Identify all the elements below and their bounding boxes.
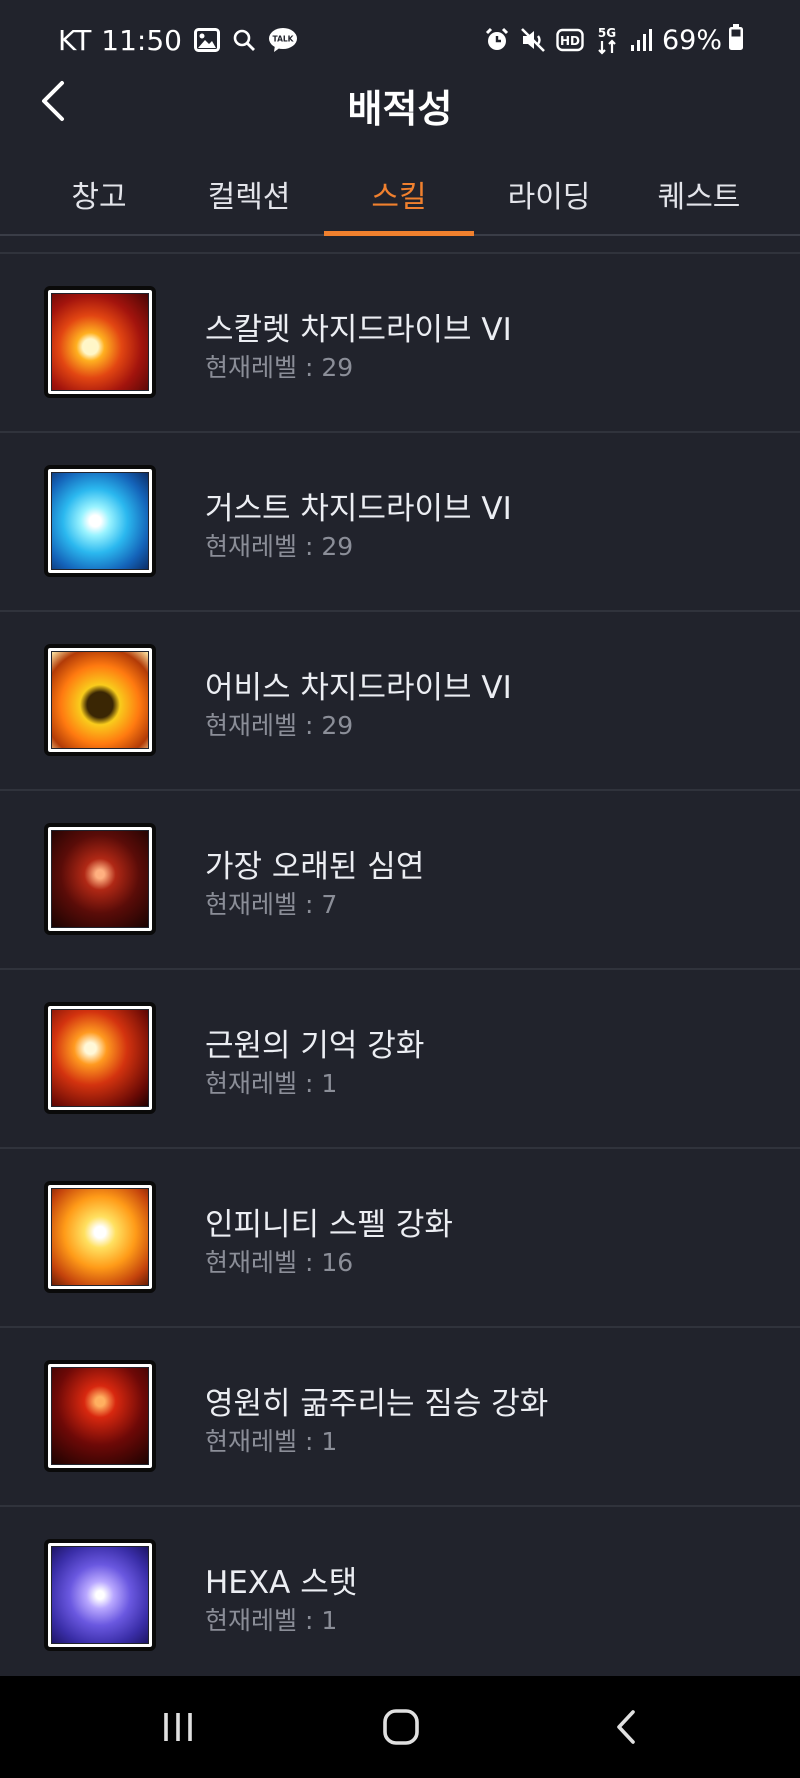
- hexa-stat-icon: [44, 1539, 156, 1651]
- oldest-abyss-icon: [44, 823, 156, 935]
- hungry-beast-icon: [44, 1360, 156, 1472]
- skill-item[interactable]: HEXA 스탯 현재레벨 : 1: [0, 1507, 800, 1686]
- page-title: 배적성: [347, 87, 453, 131]
- infinity-spell-icon: [44, 1181, 156, 1293]
- skill-level: 현재레벨 : 29: [205, 353, 354, 382]
- skill-level: 현재레벨 : 29: [205, 532, 354, 561]
- skill-item[interactable]: 근원의 기억 강화 현재레벨 : 1: [0, 970, 800, 1149]
- abyss-chargedrive-icon: [44, 644, 156, 756]
- tab-quest[interactable]: 퀘스트: [624, 160, 774, 234]
- carrier-label: KT: [58, 23, 92, 57]
- signal-icon: [630, 28, 652, 52]
- tab-storage[interactable]: 창고: [24, 160, 174, 234]
- recent-apps-button[interactable]: [148, 1700, 208, 1754]
- scarlet-chargedrive-icon: [44, 286, 156, 398]
- skill-name: 어비스 차지드라이브 VI: [205, 670, 512, 706]
- tab-bar: 창고 컬렉션 스킬 라이딩 퀘스트: [0, 160, 800, 236]
- search-icon: [232, 28, 256, 52]
- gust-chargedrive-icon: [44, 465, 156, 577]
- skill-item[interactable]: 영원히 굶주리는 짐승 강화 현재레벨 : 1: [0, 1328, 800, 1507]
- svg-text:TALK: TALK: [273, 35, 295, 44]
- skill-level: 현재레벨 : 1: [205, 1427, 338, 1456]
- origin-memory-icon: [44, 1002, 156, 1114]
- status-bar: KT 11:50 TALK HD 5G 69%: [0, 0, 800, 80]
- tab-collection[interactable]: 컬렉션: [174, 160, 324, 234]
- nav-back-button[interactable]: [596, 1700, 656, 1754]
- skill-name: 가장 오래된 심연: [205, 849, 425, 885]
- skill-level: 현재레벨 : 1: [205, 1606, 338, 1635]
- skill-item[interactable]: 거스트 차지드라이브 VI 현재레벨 : 29: [0, 433, 800, 612]
- battery-percent: 69%: [661, 24, 722, 56]
- header: 배적성: [0, 70, 800, 136]
- skill-level: 현재레벨 : 16: [205, 1248, 354, 1277]
- system-nav-bar: [0, 1676, 800, 1778]
- battery-icon: [728, 23, 744, 58]
- skill-name: 거스트 차지드라이브 VI: [205, 491, 512, 527]
- skill-name: 스칼렛 차지드라이브 VI: [205, 312, 512, 348]
- skill-name: HEXA 스탯: [205, 1565, 358, 1601]
- tab-skill[interactable]: 스킬: [324, 160, 474, 236]
- talk-icon: TALK: [268, 27, 298, 53]
- skill-item[interactable]: 스칼렛 차지드라이브 VI 현재레벨 : 29: [0, 254, 800, 433]
- skill-name: 영원히 굶주리는 짐승 강화: [205, 1386, 549, 1422]
- 5g-icon: 5G: [594, 25, 620, 55]
- skill-name: 인피니티 스펠 강화: [205, 1207, 453, 1243]
- mute-icon: [520, 27, 546, 53]
- svg-text:HD: HD: [560, 34, 580, 48]
- status-left: KT 11:50 TALK: [58, 22, 298, 58]
- clock: 11:50: [101, 23, 182, 57]
- tab-riding[interactable]: 라이딩: [474, 160, 624, 234]
- recent-apps-icon: [164, 1713, 192, 1741]
- skill-item[interactable]: 어비스 차지드라이브 VI 현재레벨 : 29: [0, 612, 800, 791]
- skill-name: 근원의 기억 강화: [205, 1028, 425, 1064]
- skill-level: 현재레벨 : 7: [205, 890, 338, 919]
- skill-item[interactable]: 가장 오래된 심연 현재레벨 : 7: [0, 791, 800, 970]
- skill-item[interactable]: 인피니티 스펠 강화 현재레벨 : 16: [0, 1149, 800, 1328]
- home-icon: [383, 1709, 419, 1745]
- image-icon: [194, 28, 220, 52]
- skill-list: 스칼렛 차지드라이브 VI 현재레벨 : 29 거스트 차지드라이브 VI 현재…: [0, 252, 800, 1686]
- status-right: HD 5G 69%: [484, 22, 744, 58]
- hd-icon: HD: [556, 28, 584, 52]
- skill-level: 현재레벨 : 29: [205, 711, 354, 740]
- alarm-icon: [484, 27, 510, 53]
- svg-text:5G: 5G: [598, 26, 616, 40]
- home-button[interactable]: [371, 1700, 431, 1754]
- skill-level: 현재레벨 : 1: [205, 1069, 338, 1098]
- back-icon: [617, 1710, 635, 1744]
